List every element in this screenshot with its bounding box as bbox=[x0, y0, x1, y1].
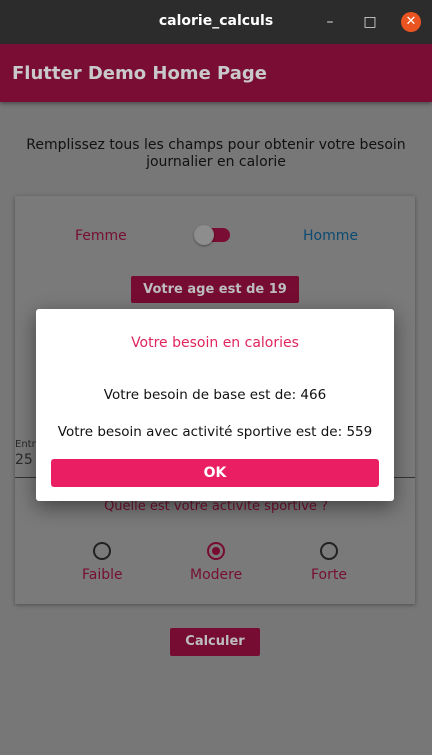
radio-label-forte: Forte bbox=[311, 567, 347, 583]
radio-modere[interactable] bbox=[207, 542, 225, 560]
ok-button[interactable]: OK bbox=[51, 459, 379, 487]
radio-label-modere: Modere bbox=[190, 567, 243, 583]
base-calories-text: Votre besoin de base est de: 466 bbox=[103, 387, 327, 403]
radio-faible[interactable] bbox=[93, 542, 111, 560]
weight-field-label: Entr bbox=[15, 439, 36, 450]
gender-male-label: Homme bbox=[303, 228, 358, 244]
age-button[interactable]: Votre age est de 19 bbox=[131, 276, 299, 303]
gender-switch-thumb[interactable] bbox=[194, 225, 214, 245]
window-titlebar: calorie_calculs – □ ✕ bbox=[0, 0, 432, 44]
app-bar: Flutter Demo Home Page bbox=[0, 44, 432, 102]
radio-label-faible: Faible bbox=[82, 567, 123, 583]
minimize-icon[interactable]: – bbox=[320, 12, 340, 32]
close-icon[interactable]: ✕ bbox=[401, 12, 421, 32]
weight-field[interactable]: 25 bbox=[15, 452, 33, 468]
calculate-button[interactable]: Calculer bbox=[170, 628, 260, 656]
gender-female-label: Femme bbox=[75, 228, 127, 244]
radio-forte[interactable] bbox=[320, 542, 338, 560]
dialog-title: Votre besoin en calories bbox=[131, 335, 299, 351]
page-title: Flutter Demo Home Page bbox=[12, 63, 267, 84]
activity-question: Quelle est votre activité sportive ? bbox=[104, 499, 328, 514]
intro-text: Remplissez tous les champs pour obtenir … bbox=[26, 137, 406, 170]
result-dialog: Votre besoin en calories Votre besoin de… bbox=[36, 309, 394, 501]
activity-calories-text: Votre besoin avec activité sportive est … bbox=[57, 424, 373, 440]
maximize-icon[interactable]: □ bbox=[360, 12, 380, 32]
